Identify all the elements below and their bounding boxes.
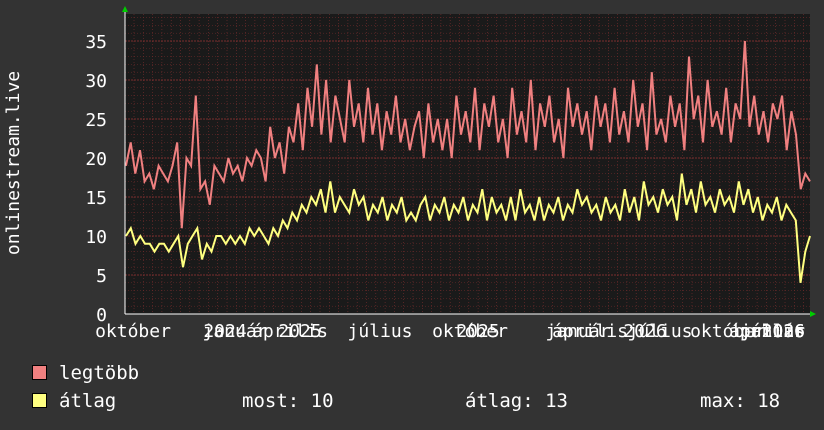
legend-swatch-legtobb bbox=[32, 365, 47, 380]
x-tick-label: 2025 bbox=[278, 321, 321, 342]
stat-most: most: 10 bbox=[242, 390, 334, 412]
y-tick-label: 5 bbox=[96, 266, 107, 287]
x-tick-label: 2025 bbox=[456, 321, 499, 342]
y-axis-arrow bbox=[122, 6, 128, 12]
chart: 05101520253035 október 2024januáráprilis2… bbox=[3, 6, 816, 342]
stat-atlag: átlag: 13 bbox=[465, 390, 568, 412]
stat-max: max: 18 bbox=[700, 390, 780, 412]
y-tick-label: 35 bbox=[85, 32, 107, 53]
legend-item-legtobb: legtöbb bbox=[32, 362, 139, 384]
y-tick-label: 15 bbox=[85, 188, 107, 209]
x-tick-label: július bbox=[347, 321, 412, 342]
y-tick-label: 10 bbox=[85, 227, 107, 248]
x-axis-arrow bbox=[810, 311, 816, 317]
y-tick-label: 30 bbox=[85, 71, 107, 92]
y-axis-label: onlinestream.live bbox=[3, 71, 24, 255]
stat-atlag-value: 13 bbox=[545, 390, 568, 412]
legend-label-atlag: átlag bbox=[59, 390, 117, 412]
x-tick-label: április bbox=[552, 321, 628, 342]
stat-max-value: 18 bbox=[757, 390, 781, 412]
stat-atlag-label: átlag: bbox=[465, 390, 534, 412]
legend-swatch-atlag bbox=[32, 393, 47, 408]
stat-most-label: most: bbox=[242, 390, 300, 412]
y-tick-label: 20 bbox=[85, 149, 107, 170]
legend-label-legtobb: legtöbb bbox=[59, 362, 140, 384]
y-tick-labels: 05101520253035 bbox=[85, 32, 107, 326]
x-tick-label: július bbox=[627, 321, 692, 342]
stat-max-label: max: bbox=[700, 390, 746, 412]
legend-item-atlag: átlag most: 10 átlag: 13 max: 18 bbox=[32, 390, 812, 412]
x-tick-labels: október 2024januáráprilis2025 július októbe… bbox=[95, 321, 805, 342]
x-tick-label: október bbox=[95, 321, 171, 342]
stat-most-value: 10 bbox=[310, 390, 334, 412]
x-tick-label: 2026 bbox=[762, 321, 805, 342]
y-tick-label: 25 bbox=[85, 110, 107, 131]
